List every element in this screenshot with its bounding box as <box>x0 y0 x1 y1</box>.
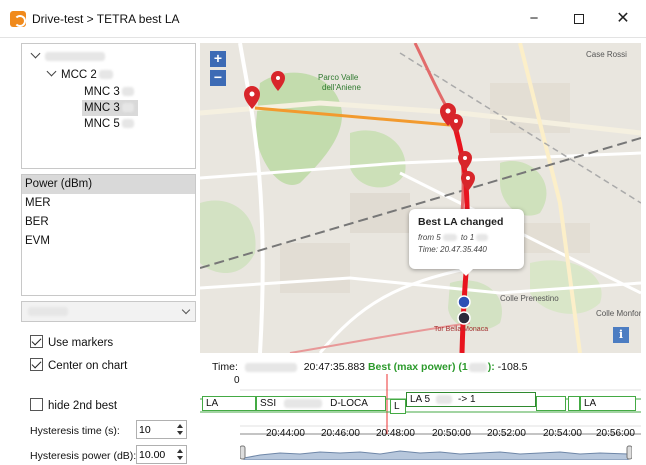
metric-item-power[interactable]: Power (dBm) <box>22 175 195 194</box>
tick-label: 20:44:00 <box>266 428 305 439</box>
tick-label: 20:54:00 <box>543 428 582 439</box>
metric-item-mer[interactable]: MER <box>22 194 195 213</box>
metric-list[interactable]: Power (dBm) MER BER EVM <box>21 174 196 296</box>
timeline-l-block[interactable]: L <box>390 399 406 414</box>
la5-label: LA 5 <box>410 394 431 405</box>
hysteresis-power-stepper[interactable] <box>136 445 187 464</box>
timeline-header: Time: 20:47:35.883 Best (max power) (1):… <box>212 361 527 373</box>
dropdown-value <box>28 307 68 316</box>
tree-mnc-label: MNC 5 <box>84 118 120 130</box>
tree-mnc-redacted <box>121 103 134 113</box>
hide-2nd-best-checkbox[interactable]: hide 2nd best <box>30 398 118 415</box>
popup-redacted <box>442 234 457 242</box>
hide-2nd-best-label: hide 2nd best <box>48 400 118 412</box>
best-label-text: Best (max power) (1 <box>367 361 468 373</box>
popup-to: to 1 <box>460 233 475 242</box>
metric-item-evm[interactable]: EVM <box>22 232 195 251</box>
center-on-chart-checkbox[interactable]: Center on chart <box>30 358 128 375</box>
title-bar: Drive-test > TETRA best LA − ✕ <box>0 0 646 38</box>
tree-root-label <box>45 52 105 62</box>
tick-label: 20:56:00 <box>596 428 635 439</box>
la-arrow-label: -> 1 <box>458 394 476 405</box>
window-title: Drive-test > TETRA best LA <box>32 12 180 26</box>
tree-mnc-label: MNC 3 <box>84 86 120 98</box>
stepper-down-icon[interactable] <box>175 454 185 462</box>
map-label-parco: Parco Valle <box>318 73 359 82</box>
map-canvas <box>200 43 641 353</box>
best-suffix: ): <box>487 361 495 373</box>
best-label: Best (max power) (1): <box>368 361 495 373</box>
timeline-block[interactable] <box>568 396 580 411</box>
checkbox-unchecked-icon[interactable] <box>30 398 43 412</box>
map-label-prenestino: Colle Prenestino <box>500 294 559 303</box>
la5-redacted <box>436 394 453 404</box>
map-label-monforte: Colle Monforte <box>596 309 641 318</box>
ssi-label: SSI <box>260 398 277 409</box>
stepper-down-icon[interactable] <box>175 429 185 437</box>
timeline-la-change-block[interactable]: LA 5 -> 1 <box>406 392 536 407</box>
best-redacted <box>468 362 487 372</box>
chevron-down-icon[interactable] <box>181 305 191 315</box>
maximize-icon <box>574 14 584 25</box>
tree-item-mnc[interactable]: MNC 3 <box>84 84 134 100</box>
tree-item-mnc[interactable]: MNC 5 <box>84 116 134 132</box>
tree-mnc-label: MNC 3 <box>84 102 120 114</box>
time-prefix: Time: <box>212 361 238 373</box>
map-label-aniene: dell'Aniene <box>322 83 361 92</box>
hysteresis-time-label: Hysteresis time (s): <box>30 425 120 437</box>
tree-mnc-redacted <box>121 87 134 97</box>
hysteresis-power-input[interactable] <box>139 448 173 462</box>
network-tree[interactable]: MCC 2 MNC 3 MNC 3 MNC 5 <box>21 43 196 169</box>
time-value: 20:47:35.883 <box>303 361 366 373</box>
checkbox-checked-icon[interactable] <box>30 358 43 372</box>
use-markers-label: Use markers <box>48 337 114 349</box>
popup-from: from 5 <box>418 233 441 242</box>
popup-time: Time: 20.47.35.440 <box>418 245 487 254</box>
hysteresis-power-label: Hysteresis power (dB): <box>30 450 137 462</box>
center-on-chart-label: Center on chart <box>48 360 128 372</box>
best-value: -108.5 <box>497 361 528 373</box>
tick-label: 20:46:00 <box>321 428 360 439</box>
channel-dropdown[interactable] <box>21 301 196 322</box>
app-logo-icon <box>10 11 26 27</box>
tree-mcc-label: MCC 2 <box>61 69 97 81</box>
popup-from-to: from 5 to 1 <box>418 232 515 244</box>
popup-redacted <box>476 234 489 242</box>
maximize-button[interactable] <box>559 6 599 32</box>
chevron-down-icon[interactable] <box>30 48 41 59</box>
map-label-tor-bella: Tor Bella Monaca <box>434 326 489 333</box>
hysteresis-time-stepper[interactable] <box>136 420 187 439</box>
close-button[interactable]: ✕ <box>603 6 643 32</box>
timeline-la-block[interactable]: LA <box>202 396 256 411</box>
hysteresis-time-input[interactable] <box>139 423 173 437</box>
metric-item-ber[interactable]: BER <box>22 213 195 232</box>
time-redacted <box>244 362 297 372</box>
tree-item-mnc-selected[interactable]: MNC 3 <box>82 100 138 116</box>
zoom-out-button[interactable]: − <box>210 70 226 86</box>
zoom-in-button[interactable]: + <box>210 51 226 67</box>
tree-item-mcc[interactable]: MCC 2 <box>46 66 113 83</box>
tree-item-root[interactable] <box>30 48 105 65</box>
ssi-redacted <box>284 398 323 408</box>
tree-mnc-redacted <box>121 119 134 129</box>
tree-mcc-redacted <box>98 70 113 80</box>
minimize-button[interactable]: − <box>514 6 554 32</box>
tick-label: 20:50:00 <box>432 428 471 439</box>
tick-label: 20:52:00 <box>487 428 526 439</box>
timeline-panel[interactable]: Time: 20:47:35.883 Best (max power) (1):… <box>200 356 641 465</box>
dloca-label: D-LOCA <box>330 398 368 409</box>
use-markers-checkbox[interactable]: Use markers <box>30 335 114 352</box>
map-label-case-rossi: Case Rossi <box>586 50 627 59</box>
checkbox-checked-icon[interactable] <box>30 335 43 349</box>
tick-label: 20:48:00 <box>376 428 415 439</box>
map-view[interactable]: + − Parco Valle dell'Aniene Case Rossi C… <box>200 43 641 353</box>
info-button[interactable]: i <box>613 327 629 343</box>
timeline-la-block[interactable]: LA <box>580 396 636 411</box>
chevron-down-icon[interactable] <box>46 66 57 77</box>
timeline-scrubber[interactable] <box>240 444 632 460</box>
popup-title: Best LA changed <box>418 216 504 228</box>
timeline-block[interactable] <box>536 396 566 411</box>
timeline-ssi-block[interactable]: SSI D-LOCA <box>256 396 386 411</box>
best-la-popup: Best LA changed from 5 to 1 Time: 20.47.… <box>409 209 524 276</box>
